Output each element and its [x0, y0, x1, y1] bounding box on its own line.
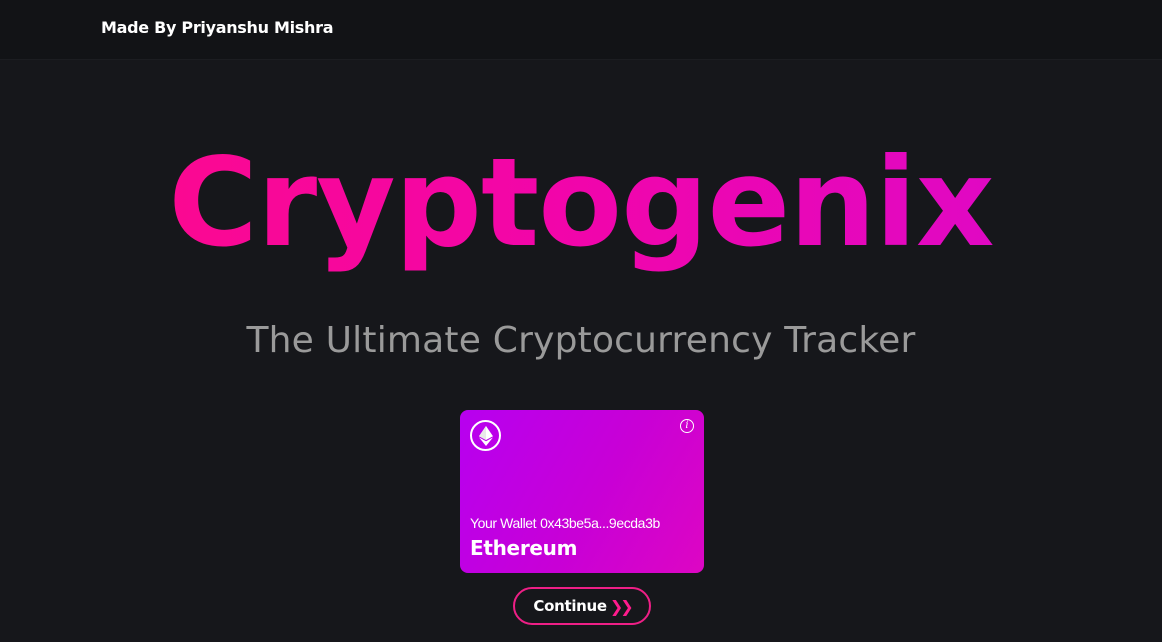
continue-button[interactable]: Continue ❯❯	[513, 587, 651, 625]
wallet-address-line: Your Wallet 0x43be5a...9ecda3b	[470, 515, 660, 531]
double-chevron-right-icon: ❯❯	[609, 596, 634, 616]
info-icon[interactable]: i	[680, 419, 694, 433]
hero-subtitle: The Ultimate Cryptocurrency Tracker	[246, 320, 916, 361]
wallet-network: Ethereum	[470, 536, 578, 560]
top-navbar: Made By Priyanshu Mishra	[0, 0, 1162, 60]
hero-title: Cryptogenix	[0, 128, 1162, 278]
wallet-label: Your Wallet	[470, 515, 537, 531]
ethereum-icon	[470, 420, 501, 451]
author-credit: Made By Priyanshu Mishra	[101, 18, 334, 37]
continue-label: Continue	[533, 597, 607, 615]
wallet-address: 0x43be5a...9ecda3b	[540, 515, 660, 531]
wallet-card: i Your Wallet 0x43be5a...9ecda3b Ethereum	[460, 410, 704, 573]
